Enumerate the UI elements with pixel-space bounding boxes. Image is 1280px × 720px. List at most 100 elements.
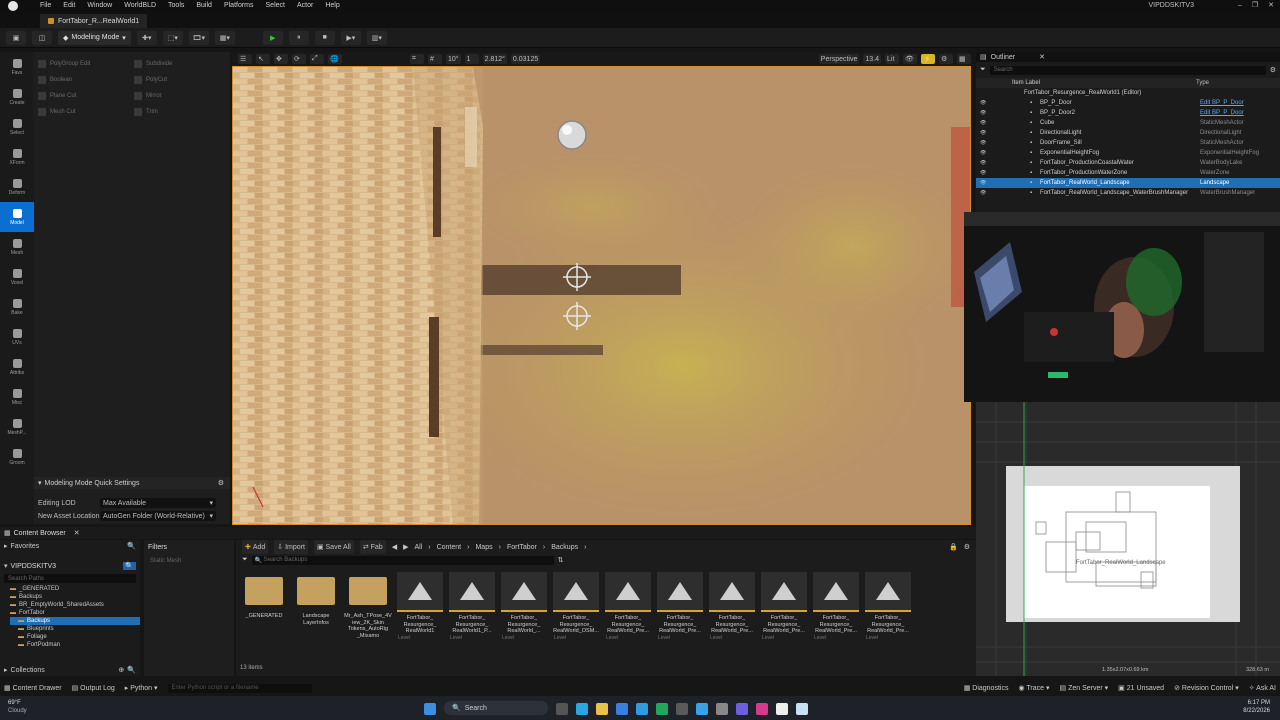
folder-tile[interactable]: Mr_Ash_TPose_4View_2K_Skin Tokens_AutoRi… [344,572,392,650]
camera-speed-value[interactable]: 1 [464,54,479,64]
tool-bake[interactable]: Bake [0,292,34,322]
search-icon[interactable]: 🔍 [127,666,136,674]
modeling-trim-button[interactable]: Trim [134,106,222,118]
folder-backups[interactable]: ▬ Backups [10,593,140,601]
level-asset-tile[interactable]: FortTabor_ Resurgence_ RealWorld1 Level [396,572,444,650]
tool-create[interactable]: Create [0,82,34,112]
tool-groom[interactable]: Groom [0,442,34,472]
taskbar-search[interactable]: 🔍 Search [444,701,548,715]
close-icon[interactable]: ✕ [1039,53,1045,61]
menu-help[interactable]: Help [319,0,345,12]
outliner-row[interactable]: 👁 ▪ BP_P_Door2 Edit BP_P_Door [976,108,1280,118]
menu-worldbld[interactable]: WorldBLD [118,0,162,12]
start-icon[interactable] [424,702,436,715]
menu-window[interactable]: Window [81,0,118,12]
folder-forttabor[interactable]: ▬ FortTabor [10,609,140,617]
level-viewport[interactable] [232,66,971,525]
visibility-eye-icon[interactable]: 👁 [980,100,996,106]
tool-xform[interactable]: XForm [0,142,34,172]
settings-icon[interactable] [716,702,728,715]
browser-icon[interactable] [656,702,668,715]
cinematics-icon[interactable]: 🎞▾ [188,30,209,45]
minimize-icon[interactable]: – [1238,0,1242,12]
unreal-logo-icon[interactable] [8,1,18,11]
visibility-eye-icon[interactable]: 👁 [980,130,996,136]
file-explorer-icon[interactable] [596,702,608,715]
close-icon[interactable]: ✕ [66,529,80,537]
store-icon[interactable] [616,702,628,715]
build-icon[interactable]: ▦▾ [214,30,235,45]
modeling-boolean-button[interactable]: Boolean [38,74,126,86]
perspective-button[interactable]: Perspective [818,54,860,64]
browse-icon[interactable]: ◫ [32,30,52,45]
history-back-icon[interactable]: ◀ [392,543,397,551]
outliner-row[interactable]: 👁 ▪ DirectionalLight DirectionalLight [976,128,1280,138]
favorites-row[interactable]: ▸ Favorites 🔍 [0,540,140,552]
filter-static-mesh[interactable]: Static Mesh [150,558,228,564]
translate-icon[interactable]: ✥ [274,54,288,64]
modeling-mesh-cut-button[interactable]: Mesh Cut [38,106,126,118]
type-header[interactable]: Type [1172,80,1209,86]
outliner-row[interactable]: 👁 ▪ FortTabor_RealWorld_Landscape Landscape [976,178,1280,188]
console-input[interactable]: Enter Python script or a filename [167,683,312,693]
menu-platforms[interactable]: Platforms [218,0,260,12]
trace-button[interactable]: ◉ Trace ▾ [1018,684,1049,692]
level-asset-tile[interactable]: FortTabor_ Resurgence_ RealWorld_... Leve… [500,572,548,650]
modeling-mirror-button[interactable]: Mirror [134,90,222,102]
save-icon[interactable]: ▣ [6,30,26,45]
lit-button[interactable]: Lit [885,54,899,64]
modeling-polycut-button[interactable]: PolyCut [134,74,222,86]
history-forward-icon[interactable]: ▶ [403,543,408,551]
outliner-row[interactable]: 👁 ▪ Cube StaticMeshActor [976,118,1280,128]
select-icon[interactable]: ↖ [256,54,270,64]
folder-br-emptyworld-sharedassets[interactable]: ▬ BR_EmptyWorld_SharedAssets [10,601,140,609]
breadcrumb-all[interactable]: All [414,544,422,551]
surface-snap-icon[interactable]: ⌗ [410,54,424,64]
platforms-icon[interactable]: ▥▾ [366,30,387,45]
outliner-row[interactable]: 👁 ▪ FortTabor_ProductionCoastalWater WaterB… [976,158,1280,168]
add-actor-icon[interactable]: ✚▾ [136,30,157,45]
tool-attribs[interactable]: Attribs [0,352,34,382]
fov-value[interactable]: 13.4 [863,54,881,64]
level-asset-tile[interactable]: FortTabor_ Resurgence_ RealWorld_OSM... L… [552,572,600,650]
quick-settings-header[interactable]: ▾ Modeling Mode Quick Settings ⚙ [34,477,230,489]
blueprint-icon[interactable]: ⬚▾ [162,30,183,45]
breadcrumb-maps[interactable]: Maps [475,544,492,551]
scale-icon[interactable]: ⤢ [310,54,324,64]
outliner-settings-icon[interactable]: ⚙ [1270,66,1276,74]
grid-size-value[interactable]: 0.03125 [510,54,541,64]
search-paths-input[interactable]: Search Paths [4,574,136,583]
settings-gear-icon[interactable]: ⚙ [218,479,230,487]
outliner-row[interactable]: 👁 ▪ BP_P_Door Edit BP_P_Door [976,98,1280,108]
tool-model[interactable]: Model [0,202,34,232]
grid-snap-icon[interactable]: # [428,54,442,64]
menu-actor[interactable]: Actor [291,0,319,12]
add-button[interactable]: ✚ Add [242,540,269,554]
content-drawer-button[interactable]: ▦ Content Drawer [4,684,62,692]
viewport-layout-icon[interactable]: ▦ [957,54,971,64]
content-settings-icon[interactable]: ⚙ [964,543,970,551]
maximize-icon[interactable]: ❐ [1252,0,1258,12]
item-label-header[interactable]: Item Label [1012,80,1172,86]
outliner-tab[interactable]: ▤ Outliner ✕ [976,52,1280,62]
level-asset-tile[interactable]: FortTabor_ Resurgence_ RealWorld_Pre... L… [760,572,808,650]
tool-meshp[interactable]: MeshP... [0,412,34,442]
menu-build[interactable]: Build [190,0,218,12]
search-icon[interactable]: 🔍 [127,542,136,550]
stop-button[interactable]: ■ [314,30,335,45]
outliner-root[interactable]: FortTabor_Resurgence_RealWorld1 (Editor) [976,88,1280,98]
level-asset-tile[interactable]: FortTabor_ Resurgence_ RealWorld1_P... Le… [448,572,496,650]
folder-backups[interactable]: ▬ Backups [10,617,140,625]
menu-tools[interactable]: Tools [162,0,190,12]
level-asset-tile[interactable]: FortTabor_ Resurgence_ RealWorld_Pre... L… [656,572,704,650]
obs-icon[interactable] [736,702,748,715]
tool-deform[interactable]: Deform [0,172,34,202]
visibility-eye-icon[interactable]: 👁 [980,150,996,156]
close-icon[interactable]: ✕ [1268,0,1274,12]
weather-widget[interactable]: 69°F Cloudy [8,699,27,715]
tool-uvs[interactable]: UVs [0,322,34,352]
realtime-icon[interactable]: ⚡ [921,54,935,64]
pause-button[interactable]: ⏸ [288,30,309,45]
zen-server-button[interactable]: ▤ Zen Server ▾ [1060,684,1109,692]
menu-select[interactable]: Select [260,0,291,12]
